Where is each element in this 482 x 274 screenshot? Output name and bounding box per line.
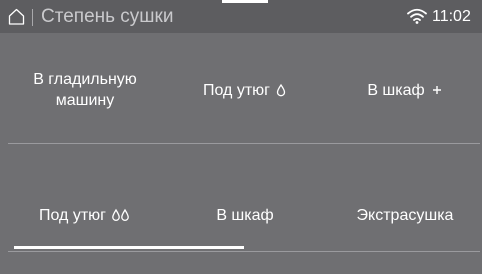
double-drop-icon xyxy=(112,208,129,221)
row-divider xyxy=(8,251,480,252)
page-title: Степень сушки xyxy=(41,6,174,27)
option-extra-dry[interactable]: Экстрасушка xyxy=(328,190,482,240)
title-separator xyxy=(32,9,33,26)
option-iron-dry-2[interactable]: Под утюг xyxy=(8,190,162,240)
row-divider xyxy=(8,143,480,144)
option-label: В гладильную машину xyxy=(33,71,137,109)
option-cupboard-dry-plus[interactable]: В шкаф xyxy=(328,40,482,140)
plus-icon xyxy=(432,86,441,94)
wifi-icon xyxy=(407,8,427,24)
option-label: Под утюг xyxy=(39,206,106,224)
option-label: Под утюг xyxy=(203,81,270,99)
option-label: Экстрасушка xyxy=(356,206,454,224)
clock: 11:02 xyxy=(432,8,471,25)
option-cupboard-dry[interactable]: В шкаф xyxy=(168,190,322,240)
option-label: В шкаф xyxy=(216,206,274,224)
option-iron-dry[interactable]: Под утюг xyxy=(168,40,322,140)
page-scroll-indicator xyxy=(14,246,244,249)
home-icon[interactable] xyxy=(8,8,25,25)
status-bar: Степень сушки 11:02 xyxy=(0,0,482,33)
pull-down-handle[interactable] xyxy=(222,0,268,3)
single-drop-icon xyxy=(276,83,286,97)
option-label: В шкаф xyxy=(367,81,425,99)
option-ironer[interactable]: В гладильную машину xyxy=(8,40,162,140)
